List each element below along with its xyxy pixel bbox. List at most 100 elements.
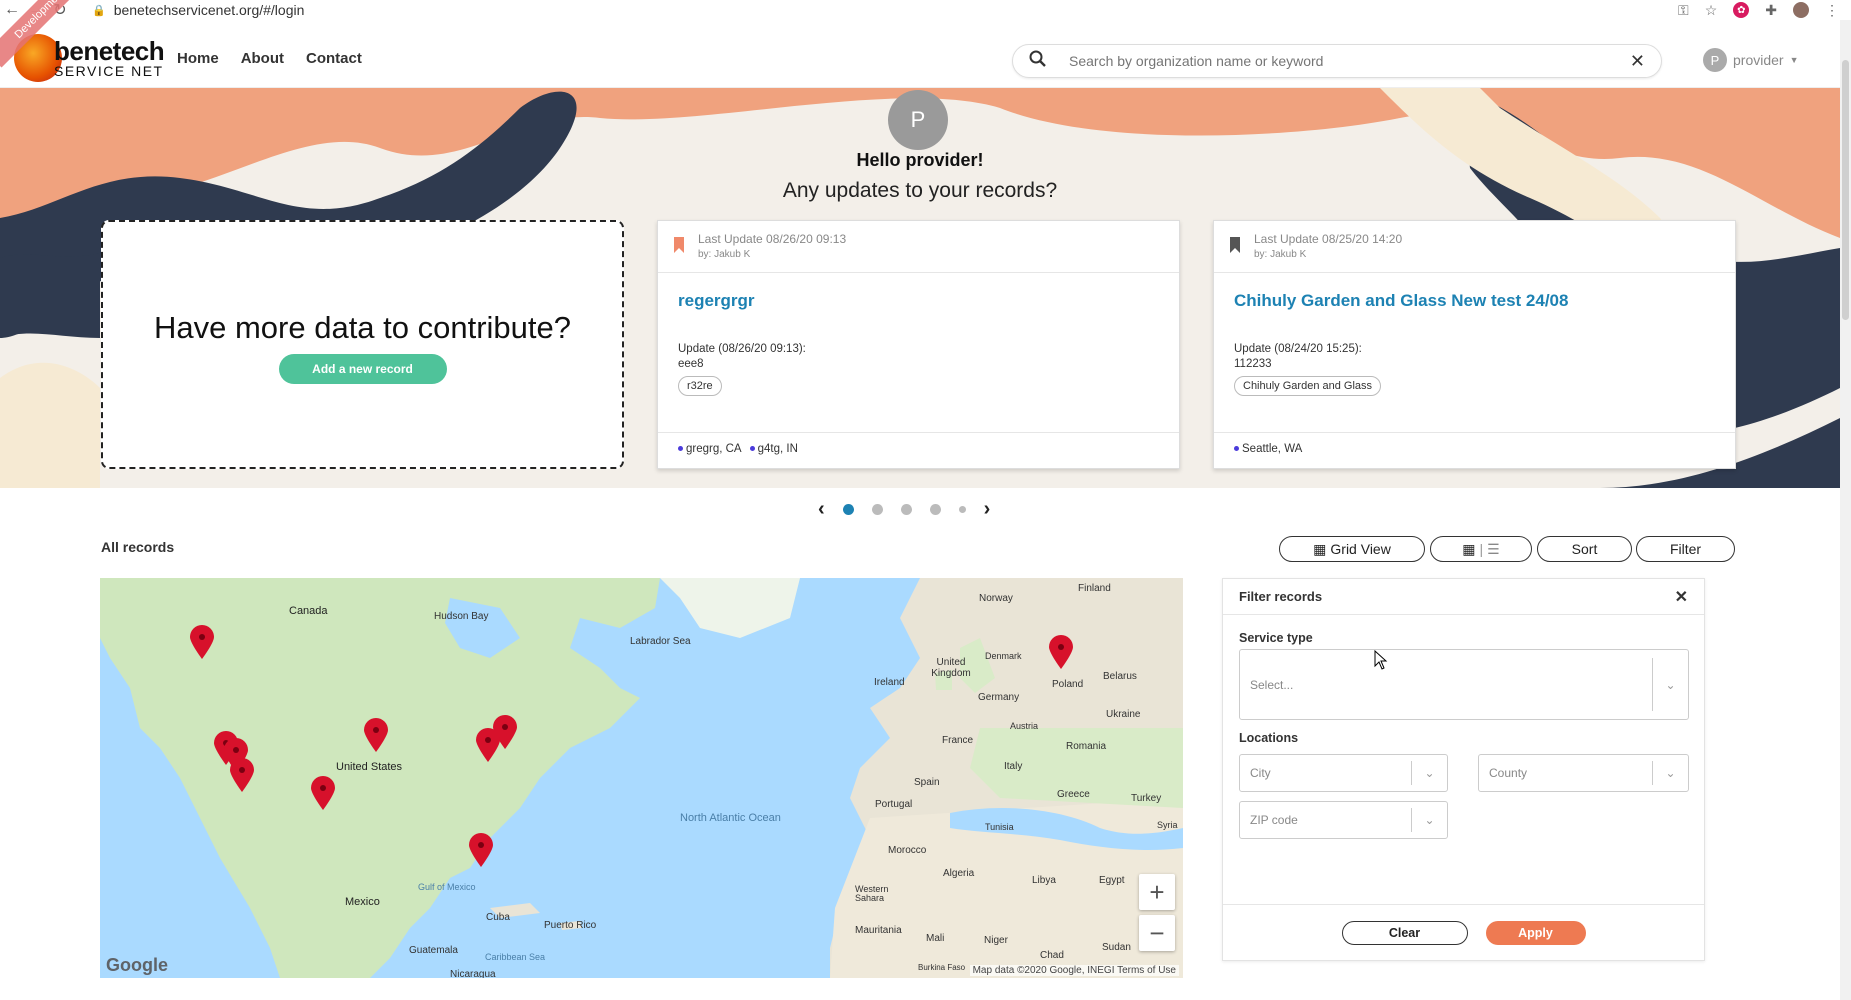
clear-button[interactable]: Clear xyxy=(1341,920,1468,945)
nav-home[interactable]: Home xyxy=(177,50,219,67)
record-name[interactable]: Chihuly Garden and Glass New test 24/08 xyxy=(1234,291,1568,311)
lock-icon: 🔒 xyxy=(92,4,106,17)
map-pin-icon[interactable] xyxy=(230,758,254,792)
google-logo[interactable]: Google xyxy=(106,955,168,976)
carousel-dot[interactable] xyxy=(929,504,941,515)
greeting-title: Hello provider! xyxy=(856,150,984,170)
map-label: France xyxy=(942,735,974,746)
address-bar[interactable]: 🔒 benetechservicenet.org/#/login xyxy=(92,2,304,18)
page-scrollbar[interactable] xyxy=(1840,20,1851,1000)
sort-button[interactable]: Sort xyxy=(1537,536,1632,562)
layout-toggle-button[interactable]: ▦ | ☰ xyxy=(1430,536,1532,562)
map-pin-icon[interactable] xyxy=(469,833,493,867)
record-update-value: eee8 xyxy=(678,357,704,370)
location-item: gregrg, CA xyxy=(678,443,742,458)
search-icon[interactable] xyxy=(1029,50,1051,73)
filter-button[interactable]: Filter xyxy=(1636,536,1735,562)
menu-kebab-icon[interactable]: ⋮ xyxy=(1825,2,1839,19)
map-pin-icon[interactable] xyxy=(311,776,335,810)
puzzle-icon[interactable]: ✚ xyxy=(1765,2,1777,19)
map-label: Turkey xyxy=(1131,793,1162,804)
grid-icon: ▦ xyxy=(1313,540,1327,557)
logo[interactable]: benetech SERVICE NET xyxy=(14,34,165,82)
contribute-title: Have more data to contribute? xyxy=(153,310,572,345)
browser-toolbar: ← → ↻ 🔒 benetechservicenet.org/#/login ⚿… xyxy=(0,0,1851,20)
chevron-down-icon[interactable]: ⌄ xyxy=(1652,658,1688,711)
profile-icon[interactable] xyxy=(1793,2,1809,18)
mouse-cursor-icon xyxy=(1374,650,1388,670)
county-select[interactable]: County ⌄ xyxy=(1478,754,1689,792)
clear-search-icon[interactable]: ✕ xyxy=(1630,51,1645,72)
map-label: Chad xyxy=(1040,950,1064,961)
map-label: Guatemala xyxy=(409,945,458,956)
map-label: United States xyxy=(336,761,403,773)
star-icon[interactable]: ☆ xyxy=(1705,2,1718,19)
zip-select[interactable]: ZIP code ⌄ xyxy=(1239,801,1448,839)
service-type-select[interactable]: Select... ⌄ xyxy=(1239,649,1689,720)
nav-about[interactable]: About xyxy=(241,50,284,67)
map-label: Egypt xyxy=(1099,875,1125,886)
map-label: Portugal xyxy=(875,799,913,810)
close-icon[interactable]: ✕ xyxy=(1675,587,1688,607)
record-tag: r32re xyxy=(678,376,722,396)
map-label: Belarus xyxy=(1103,671,1137,682)
map-label: Gulf of Mexico xyxy=(418,882,476,892)
map-attribution[interactable]: Map data ©2020 Google, INEGI Terms of Us… xyxy=(969,965,1179,976)
map-pin-icon[interactable] xyxy=(476,728,500,762)
locations-label: Locations xyxy=(1239,731,1299,745)
map-label: Spain xyxy=(914,777,940,788)
record-locations: Seattle, WA xyxy=(1214,432,1735,468)
map-label: Libya xyxy=(1032,875,1056,886)
list-icon: ☰ xyxy=(1487,540,1500,557)
extension-icon[interactable]: ✿ xyxy=(1733,2,1750,18)
contribute-card: Have more data to contribute? Add a new … xyxy=(101,220,624,469)
map-label: Denmark xyxy=(985,651,1022,661)
record-card[interactable]: Last Update 08/25/20 14:20 by: Jakub K C… xyxy=(1213,220,1736,469)
record-author: by: Jakub K xyxy=(1254,248,1307,260)
record-last-update: Last Update 08/26/20 09:13 xyxy=(698,232,847,246)
user-name: provider xyxy=(1733,52,1784,68)
map-label: Canada xyxy=(289,605,328,617)
record-update: Update (08/26/20 09:13): eee8 xyxy=(678,342,806,372)
map-pin-icon[interactable] xyxy=(1049,635,1073,669)
grid-view-button[interactable]: ▦ Grid View xyxy=(1279,536,1425,562)
record-name[interactable]: regergrgr xyxy=(678,291,755,311)
search-input[interactable] xyxy=(1069,53,1630,69)
chevron-down-icon[interactable]: ⌄ xyxy=(1411,808,1447,832)
bookmark-icon[interactable] xyxy=(1230,237,1240,253)
key-icon[interactable]: ⚿ xyxy=(1678,2,1689,19)
carousel-dot[interactable] xyxy=(842,504,854,515)
map-label: Caribbean Sea xyxy=(485,952,546,962)
scrollbar-thumb[interactable] xyxy=(1842,60,1849,320)
carousel-dot[interactable] xyxy=(900,504,912,515)
zoom-out-icon[interactable]: − xyxy=(1139,915,1175,951)
nav-contact[interactable]: Contact xyxy=(306,50,362,67)
record-meta: Last Update 08/26/20 09:13 by: Jakub K xyxy=(698,232,846,261)
carousel-dot[interactable] xyxy=(871,504,883,515)
user-menu[interactable]: P provider ▼ xyxy=(1703,48,1799,72)
map-pin-icon[interactable] xyxy=(190,625,214,659)
carousel-prev-icon[interactable]: ‹ xyxy=(818,498,825,521)
map-pin-icon[interactable] xyxy=(364,718,388,752)
map-label: Niger xyxy=(984,935,1008,946)
map-label: North Atlantic Ocean xyxy=(680,812,781,824)
chevron-down-icon[interactable]: ⌄ xyxy=(1652,761,1688,785)
city-select[interactable]: City ⌄ xyxy=(1239,754,1448,792)
apply-button[interactable]: Apply xyxy=(1485,920,1586,945)
zoom-in-icon[interactable]: + xyxy=(1139,874,1175,910)
logo-line1: benetech xyxy=(54,36,165,66)
map-label: Tunisia xyxy=(985,822,1014,832)
records-map[interactable]: Canada Hudson Bay Labrador Sea United St… xyxy=(100,578,1183,978)
map-label: Italy xyxy=(1004,761,1023,772)
add-record-button[interactable]: Add a new record xyxy=(278,354,447,384)
map-label: Western Sahara xyxy=(855,884,889,904)
carousel-next-icon[interactable]: › xyxy=(984,498,991,521)
location-dot-icon xyxy=(678,446,683,452)
record-author: by: Jakub K xyxy=(698,248,751,260)
bookmark-icon[interactable] xyxy=(674,237,684,253)
record-card[interactable]: Last Update 08/26/20 09:13 by: Jakub K r… xyxy=(657,220,1180,469)
chevron-down-icon[interactable]: ⌄ xyxy=(1411,761,1447,785)
carousel-dot[interactable] xyxy=(958,506,966,513)
record-update-label: Update (08/24/20 15:25): xyxy=(1234,343,1362,355)
filter-panel-title: Filter records xyxy=(1239,589,1323,604)
